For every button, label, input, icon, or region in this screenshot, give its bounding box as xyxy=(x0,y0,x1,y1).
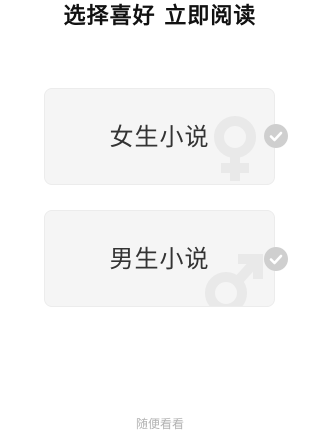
female-novel-option[interactable]: 女生小说 xyxy=(44,88,275,185)
male-check-icon[interactable] xyxy=(264,247,288,271)
male-novel-label: 男生小说 xyxy=(109,245,210,273)
preference-page: 选择喜好 立即阅读 女生小说 男生小说 随便看看 xyxy=(0,0,320,442)
page-title: 选择喜好 立即阅读 xyxy=(63,4,257,29)
female-check-icon[interactable] xyxy=(264,124,288,148)
male-novel-option[interactable]: 男生小说 xyxy=(44,210,275,307)
female-novel-label: 女生小说 xyxy=(109,123,210,151)
skip-button[interactable]: 随便看看 xyxy=(0,414,320,434)
